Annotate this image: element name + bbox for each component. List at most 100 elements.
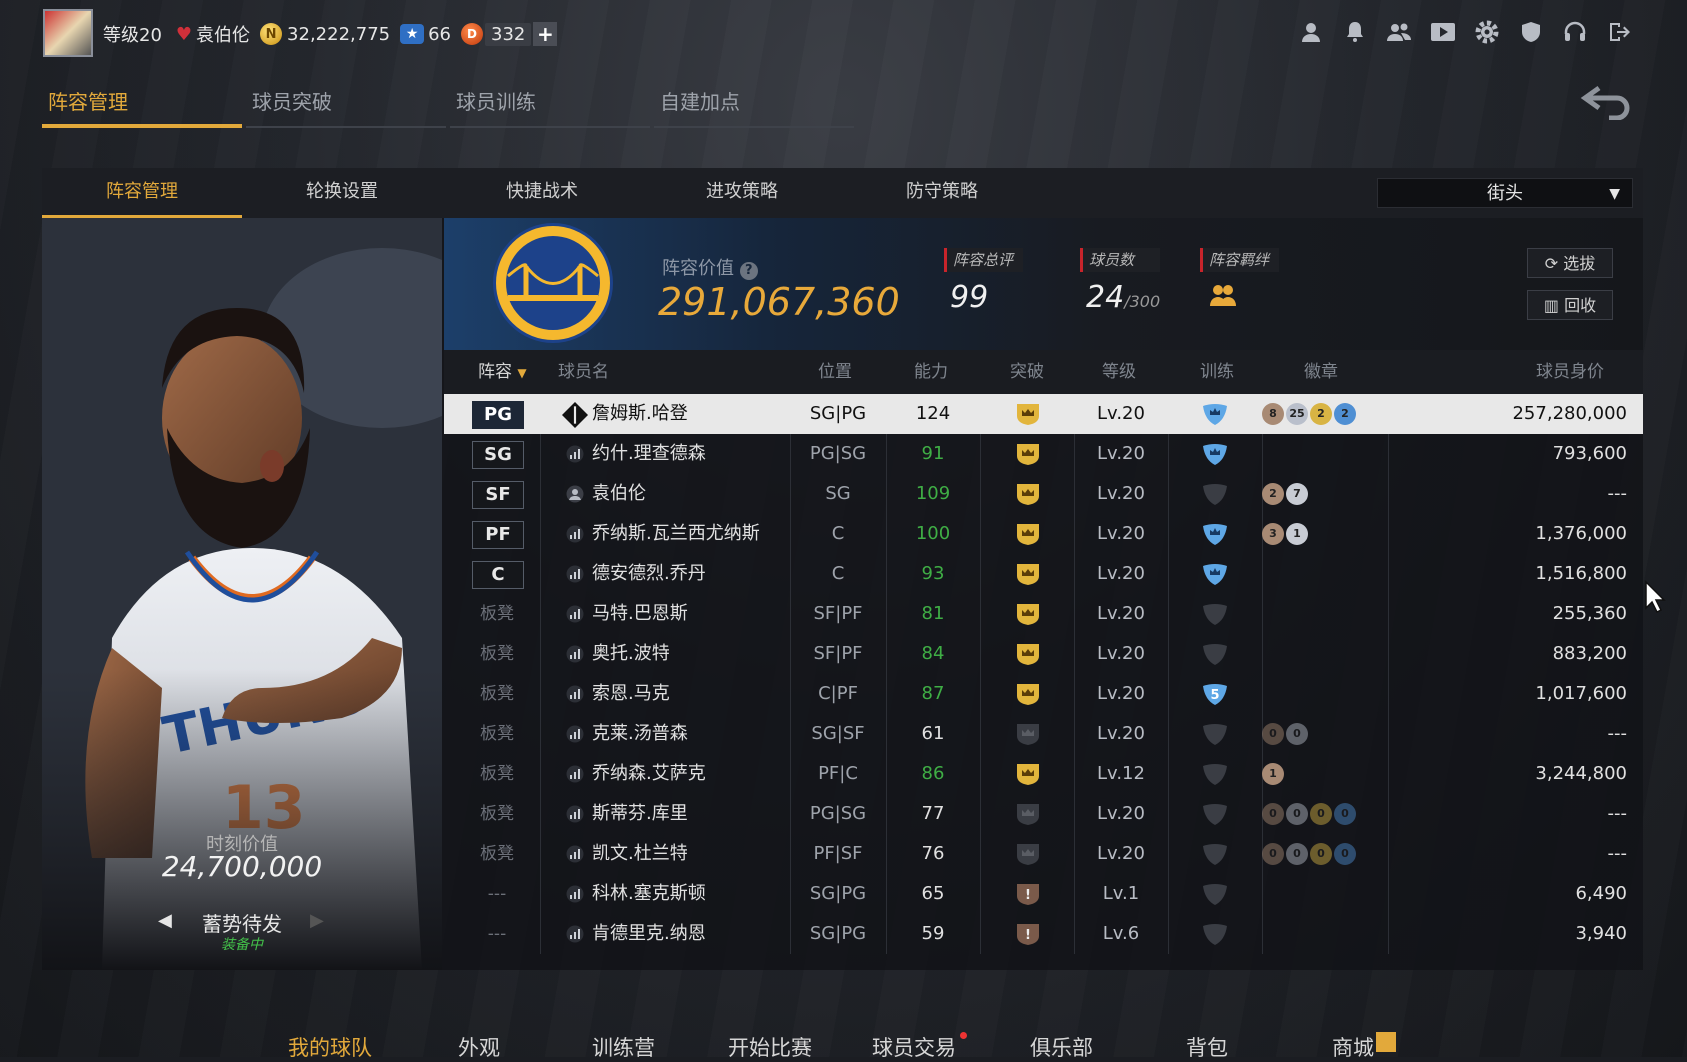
table-row[interactable]: 板凳 克莱.汤普森 SG|SF 61 Lv.20 00 ---: [444, 714, 1643, 754]
player-name[interactable]: 肯德里克.纳恩: [592, 914, 706, 954]
bench-slot[interactable]: 板凳: [472, 834, 522, 874]
breakthrough-warning-icon[interactable]: !: [1014, 922, 1042, 946]
next-skill-button[interactable]: ▶: [310, 910, 324, 931]
training-empty-icon[interactable]: [1201, 482, 1229, 506]
breakthrough-crown-icon[interactable]: [1014, 802, 1042, 826]
training-empty-icon[interactable]: [1201, 602, 1229, 626]
add-currency-button[interactable]: +: [533, 22, 558, 46]
training-crown-icon[interactable]: [1201, 442, 1229, 466]
breakthrough-crown-icon[interactable]: [1014, 762, 1042, 786]
bench-slot[interactable]: 板凳: [472, 594, 522, 634]
badge[interactable]: 0: [1262, 803, 1284, 825]
nav-player-trade[interactable]: 球员交易: [872, 1032, 967, 1062]
table-row[interactable]: --- 肯德里克.纳恩 SG|PG 59 ! Lv.6 3,940: [444, 914, 1643, 954]
bond-icon[interactable]: [1200, 280, 1279, 316]
bench-slot[interactable]: 板凳: [472, 714, 522, 754]
player-name[interactable]: 科林.塞克斯顿: [592, 874, 706, 914]
table-row[interactable]: 板凳 凯文.杜兰特 PF|SF 76 Lv.20 0000 ---: [444, 834, 1643, 874]
badge[interactable]: 0: [1286, 843, 1308, 865]
nav-start-game[interactable]: 开始比赛: [728, 1032, 812, 1062]
col-value[interactable]: 球员身价: [1536, 350, 1604, 394]
table-row[interactable]: --- 科林.塞克斯顿 SG|PG 65 ! Lv.1 6,490: [444, 874, 1643, 914]
breakthrough-crown-icon[interactable]: [1014, 562, 1042, 586]
tab-custom-points[interactable]: 自建加点: [654, 86, 854, 128]
table-row[interactable]: 板凳 索恩.马克 C|PF 87 Lv.20 5 1,017,600: [444, 674, 1643, 714]
training-level-icon[interactable]: 5: [1201, 682, 1229, 706]
badge[interactable]: 1: [1262, 763, 1284, 785]
player-name[interactable]: 乔纳斯.瓦兰西尤纳斯: [592, 514, 760, 554]
table-row[interactable]: SG 约什.理查德森 PG|SG 91 Lv.20 793,600: [444, 434, 1643, 474]
bench-slot[interactable]: ---: [472, 874, 522, 914]
player-name[interactable]: 袁伯伦: [592, 474, 646, 514]
select-button[interactable]: ⟳ 选拔: [1527, 248, 1613, 278]
avatar[interactable]: [43, 9, 93, 57]
subtab-defense-strategy[interactable]: 防守策略: [842, 168, 1042, 218]
col-name[interactable]: 球员名: [558, 350, 609, 394]
badge[interactable]: 2: [1310, 403, 1332, 425]
badge[interactable]: 0: [1286, 723, 1308, 745]
nav-bag[interactable]: 背包: [1186, 1032, 1228, 1062]
position-slot[interactable]: SF: [472, 481, 524, 509]
badge[interactable]: 2: [1334, 403, 1356, 425]
table-row[interactable]: 板凳 马特.巴恩斯 SF|PF 81 Lv.20 255,360: [444, 594, 1643, 634]
bench-slot[interactable]: 板凳: [472, 674, 522, 714]
training-empty-icon[interactable]: [1201, 922, 1229, 946]
player-name[interactable]: 斯蒂芬.库里: [592, 794, 688, 834]
player-name[interactable]: 德安德烈.乔丹: [592, 554, 706, 594]
badge[interactable]: 0: [1334, 843, 1356, 865]
badge[interactable]: 0: [1262, 723, 1284, 745]
col-badges[interactable]: 徽章: [1304, 350, 1338, 394]
position-slot[interactable]: PG: [472, 401, 524, 429]
subtab-offense-strategy[interactable]: 进攻策略: [642, 168, 842, 218]
breakthrough-crown-icon[interactable]: [1014, 642, 1042, 666]
training-crown-icon[interactable]: [1201, 402, 1229, 426]
bench-slot[interactable]: ---: [472, 914, 522, 954]
friends-icon[interactable]: [1385, 18, 1413, 46]
tab-player-breakthrough[interactable]: 球员突破: [246, 86, 446, 128]
breakthrough-crown-icon[interactable]: [1014, 442, 1042, 466]
badge[interactable]: 0: [1334, 803, 1356, 825]
headset-icon[interactable]: [1561, 18, 1589, 46]
user-icon[interactable]: [1297, 18, 1325, 46]
bench-slot[interactable]: 板凳: [472, 794, 522, 834]
table-row[interactable]: PG 詹姆斯.哈登 SG|PG 124 Lv.20 8 25 2 2 257,280,…: [444, 394, 1643, 434]
mode-select[interactable]: 街头 ▼: [1377, 178, 1633, 208]
recycle-button[interactable]: ▥ 回收: [1527, 290, 1613, 320]
nav-my-team[interactable]: 我的球队: [288, 1032, 372, 1062]
col-position[interactable]: 位置: [818, 350, 852, 394]
badge[interactable]: 0: [1310, 803, 1332, 825]
player-name[interactable]: 索恩.马克: [592, 674, 670, 714]
player-card[interactable]: THUND 13 时刻价值 24,700,000 ◀ 蓄势待发 ▶ 装备中: [42, 218, 442, 970]
breakthrough-crown-icon[interactable]: [1014, 842, 1042, 866]
position-slot[interactable]: C: [472, 561, 524, 589]
gear-icon[interactable]: [1473, 18, 1501, 46]
training-empty-icon[interactable]: [1201, 802, 1229, 826]
nav-training-camp[interactable]: 训练营: [592, 1032, 655, 1062]
training-empty-icon[interactable]: [1201, 722, 1229, 746]
badge[interactable]: 3: [1262, 523, 1284, 545]
training-crown-icon[interactable]: [1201, 562, 1229, 586]
training-empty-icon[interactable]: [1201, 882, 1229, 906]
training-empty-icon[interactable]: [1201, 762, 1229, 786]
nav-shop[interactable]: 商城: [1332, 1032, 1396, 1062]
table-row[interactable]: 板凳 乔纳森.艾萨克 PF|C 86 Lv.12 1 3,244,800: [444, 754, 1643, 794]
table-row[interactable]: PF 乔纳斯.瓦兰西尤纳斯 C 100 Lv.20 31 1,376,000: [444, 514, 1643, 554]
col-ability[interactable]: 能力: [914, 350, 948, 394]
breakthrough-warning-icon[interactable]: !: [1014, 882, 1042, 906]
badge[interactable]: 1: [1286, 523, 1308, 545]
player-name[interactable]: 奥托.波特: [592, 634, 670, 674]
training-empty-icon[interactable]: [1201, 642, 1229, 666]
tab-lineup-management[interactable]: 阵容管理: [42, 86, 242, 128]
subtab-lineup[interactable]: 阵容管理: [42, 168, 242, 218]
col-slot[interactable]: 阵容 ▼: [478, 350, 527, 394]
shield-icon[interactable]: [1517, 18, 1545, 46]
logout-icon[interactable]: [1605, 18, 1633, 46]
video-icon[interactable]: [1429, 18, 1457, 46]
breakthrough-crown-icon[interactable]: [1014, 482, 1042, 506]
nav-club[interactable]: 俱乐部: [1030, 1032, 1093, 1062]
player-name[interactable]: 乔纳森.艾萨克: [592, 754, 706, 794]
tab-player-training[interactable]: 球员训练: [450, 86, 650, 128]
player-name[interactable]: 克莱.汤普森: [592, 714, 688, 754]
player-name[interactable]: 约什.理查德森: [592, 434, 706, 474]
bench-slot[interactable]: 板凳: [472, 754, 522, 794]
